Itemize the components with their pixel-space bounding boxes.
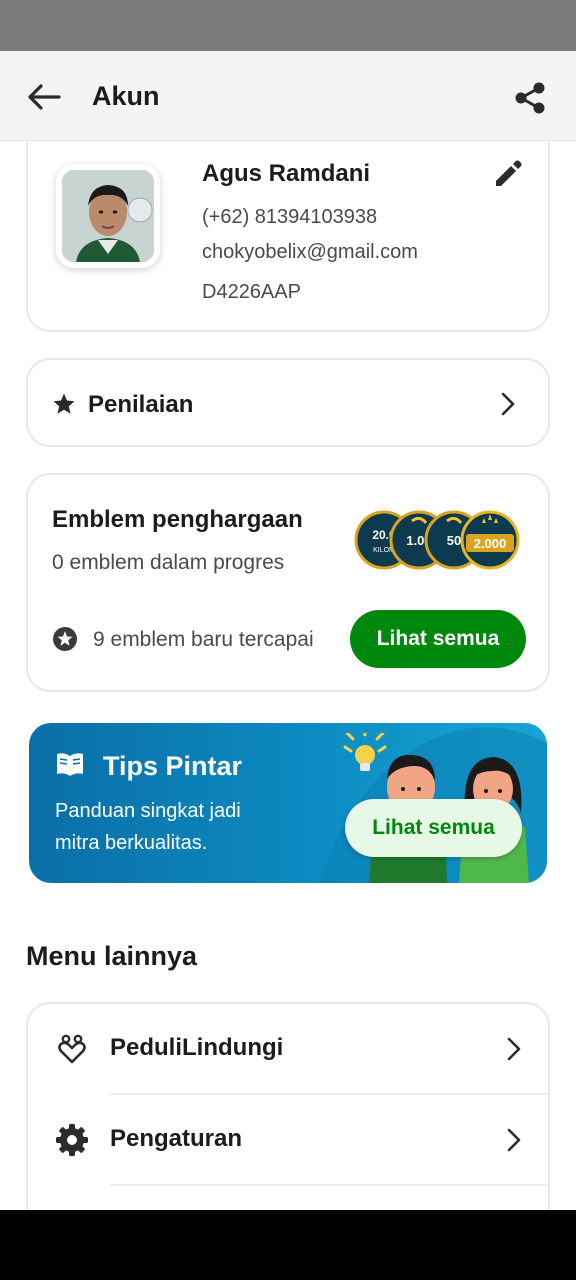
star-badge-icon bbox=[53, 627, 77, 651]
menu-item-settings[interactable]: Pengaturan bbox=[28, 1095, 550, 1185]
menu-item-label: Pengaturan bbox=[110, 1125, 243, 1152]
book-icon bbox=[57, 753, 83, 776]
medal-4-value: 2.000 bbox=[474, 536, 507, 551]
avatar-frame bbox=[56, 164, 160, 268]
view-all-tips-button[interactable]: Lihat semua bbox=[345, 799, 522, 857]
arrow-left-icon bbox=[28, 84, 61, 110]
star-icon bbox=[53, 393, 75, 414]
menu-heading: Menu lainnya bbox=[26, 941, 198, 971]
menu-item-pedulilindungi[interactable]: PeduliLindungi bbox=[28, 1004, 550, 1094]
app-bar: Akun bbox=[0, 51, 576, 141]
system-navigation-bar bbox=[0, 1210, 576, 1280]
heart-hands-icon bbox=[52, 1031, 92, 1067]
profile-card: Agus Ramdani (+62) 81394103938 chokyobel… bbox=[26, 128, 550, 332]
share-button[interactable] bbox=[510, 78, 550, 118]
edit-profile-button[interactable] bbox=[490, 156, 526, 192]
menu-item-label: PeduliLindungi bbox=[110, 1034, 284, 1061]
avatar bbox=[62, 170, 154, 262]
badges-progress-text: 0 emblem dalam progres bbox=[52, 551, 285, 574]
tips-banner[interactable]: Tips Pintar Panduan singkat jadi mitra b… bbox=[29, 723, 547, 883]
profile-name: Agus Ramdani bbox=[202, 160, 371, 187]
view-all-badges-button[interactable]: Lihat semua bbox=[350, 610, 526, 668]
chevron-right-icon bbox=[507, 1128, 521, 1152]
chevron-right-icon bbox=[501, 392, 515, 416]
chevron-right-icon bbox=[507, 1037, 521, 1061]
rating-label: Penilaian bbox=[88, 391, 194, 418]
medal-stack-icon: 20.0 KILOM 1.00 50 2.000 bbox=[354, 510, 520, 570]
page-title: Akun bbox=[92, 81, 160, 111]
profile-email: chokyobelix@gmail.com bbox=[202, 241, 418, 263]
menu-divider bbox=[110, 1184, 550, 1186]
tips-description: Panduan singkat jadi mitra berkualitas. bbox=[55, 800, 241, 854]
profile-plate-number: D4226AAP bbox=[202, 281, 301, 303]
back-button[interactable] bbox=[26, 79, 62, 115]
badges-title: Emblem penghargaan bbox=[52, 506, 303, 533]
pencil-icon bbox=[496, 160, 522, 186]
tips-title: Tips Pintar bbox=[103, 751, 243, 781]
rating-card[interactable]: Penilaian bbox=[26, 358, 550, 447]
status-bar bbox=[0, 0, 576, 51]
gear-icon bbox=[52, 1122, 92, 1158]
profile-phone: (+62) 81394103938 bbox=[202, 206, 378, 228]
badges-new-text: 9 emblem baru tercapai bbox=[93, 628, 314, 651]
share-icon bbox=[515, 82, 545, 114]
badges-card: Emblem penghargaan 0 emblem dalam progre… bbox=[26, 473, 550, 692]
medal-3-value: 50 bbox=[447, 533, 461, 548]
